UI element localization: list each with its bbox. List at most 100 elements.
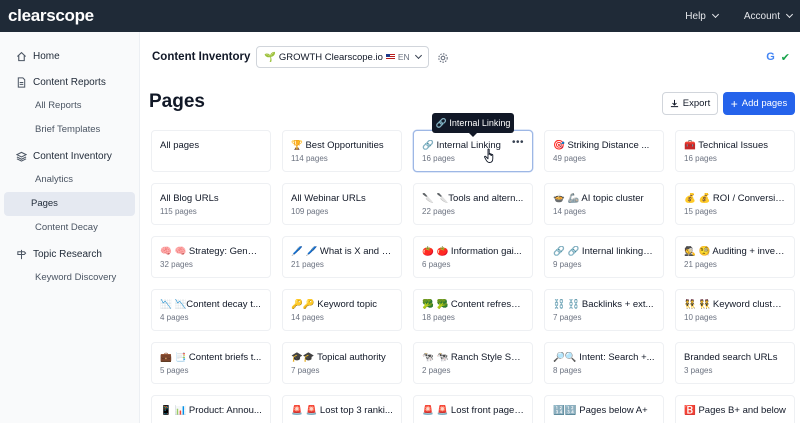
page-group-card[interactable]: 🐄 🐄 Ranch Style SE... 2 pages xyxy=(413,342,533,384)
card-name: All Blog URLs xyxy=(160,193,219,204)
page-group-card[interactable]: 🥦 🥦 Content refresh... 18 pages xyxy=(413,289,533,331)
sidebar-item-label: Content Reports xyxy=(33,76,106,88)
card-name: 👯 👯 Keyword cluster... xyxy=(684,299,786,310)
card-count: 14 pages xyxy=(553,207,586,216)
card-count: 114 pages xyxy=(291,154,328,163)
card-name: All pages xyxy=(160,140,200,151)
chevron-down-icon xyxy=(414,51,422,60)
sidebar-item-keyword-discovery[interactable]: Keyword Discovery xyxy=(4,266,135,290)
page-group-card[interactable]: Branded search URLs 3 pages xyxy=(675,342,795,384)
card-count: 9 pages xyxy=(553,260,582,269)
sidebar-item-pages[interactable]: Pages xyxy=(4,192,135,216)
card-count: 7 pages xyxy=(553,313,582,322)
page-group-card[interactable]: 🔪 🔪Tools and altern... 22 pages xyxy=(413,183,533,225)
card-name: 🖊️ 🖊️ What is X and w... xyxy=(291,246,393,257)
download-icon xyxy=(670,99,678,108)
page-group-card[interactable]: 🔗 🔗 Internal linking t... 9 pages xyxy=(544,236,664,278)
card-count: 3 pages xyxy=(684,366,713,375)
site-selector[interactable]: 🌱 GROWTH Clearscope.io EN xyxy=(256,46,429,68)
page-group-card[interactable]: 📉 📉Content decay t... 4 pages xyxy=(151,289,271,331)
export-button[interactable]: Export xyxy=(662,92,718,115)
check-icon: ✔ xyxy=(780,51,790,64)
card-count: 10 pages xyxy=(684,313,717,322)
sidebar-item-label: Topic Research xyxy=(33,248,102,260)
page-group-card[interactable]: 🧠 🧠 Strategy: Gener... 32 pages xyxy=(151,236,271,278)
sidebar-item-content-inventory[interactable]: Content Inventory xyxy=(0,144,139,168)
account-menu[interactable]: Account xyxy=(743,10,794,22)
page-group-card[interactable]: ⛓️ ⛓️ Backlinks + ext... 7 pages xyxy=(544,289,664,331)
page-group-card[interactable]: 🔑🔑 Keyword topic 14 pages xyxy=(282,289,402,331)
page-group-card[interactable]: 🏆 Best Opportunities 114 pages xyxy=(282,130,402,172)
sidebar-item-content-reports[interactable]: Content Reports xyxy=(0,70,139,94)
card-name: 🐄 🐄 Ranch Style SE... xyxy=(422,352,524,363)
page-group-card[interactable]: 🍅 🍅 Information gai... 6 pages xyxy=(413,236,533,278)
card-tooltip: 🔗 Internal Linking xyxy=(432,113,514,137)
page-group-card[interactable]: All Webinar URLs 109 pages xyxy=(282,183,402,225)
card-name: 🚨 🚨 Lost top 3 ranki... xyxy=(291,405,393,416)
page-group-card[interactable]: 🅱️ Pages B+ and below xyxy=(675,395,795,423)
page-group-card[interactable]: 🔎🔍 Intent: Search +... 8 pages xyxy=(544,342,664,384)
help-menu[interactable]: Help xyxy=(685,11,719,22)
card-name: 🎓🎓 Topical authority xyxy=(291,352,386,363)
card-count: 18 pages xyxy=(422,313,455,322)
card-name: 🍲 🦾 AI topic cluster xyxy=(553,193,644,204)
add-pages-button[interactable]: + Add pages xyxy=(723,92,795,115)
page-group-card[interactable]: 🚨 🚨 Lost front page r... xyxy=(413,395,533,423)
sidebar-item-brief-templates[interactable]: Brief Templates xyxy=(4,118,135,142)
more-options-icon[interactable]: ••• xyxy=(510,137,526,148)
page-groups-grid: All pages 🏆 Best Opportunities 114 pages … xyxy=(151,130,800,423)
page-group-card[interactable]: 🔢🔢 Pages below A+ xyxy=(544,395,664,423)
page-group-card[interactable]: 🖊️ 🖊️ What is X and w... 21 pages xyxy=(282,236,402,278)
sidebar: Home Content Reports All Reports Brief T… xyxy=(0,32,140,423)
content-header: Content Inventory 🌱 GROWTH Clearscope.io… xyxy=(140,32,800,82)
page-group-card[interactable]: 📱 📊 Product: Annou... xyxy=(151,395,271,423)
page-group-card[interactable]: 🍲 🦾 AI topic cluster 14 pages xyxy=(544,183,664,225)
page-group-card[interactable]: 🚨 🚨 Lost top 3 ranki... xyxy=(282,395,402,423)
page-group-card[interactable]: 🧰 Technical Issues 16 pages xyxy=(675,130,795,172)
card-count: 8 pages xyxy=(553,366,582,375)
page-group-card[interactable]: All pages xyxy=(151,130,271,172)
card-count: 32 pages xyxy=(160,260,193,269)
page-group-card[interactable]: 🕵️ 🧐 Auditing + inven... 21 pages xyxy=(675,236,795,278)
layers-icon xyxy=(16,151,27,162)
us-flag-icon xyxy=(385,54,395,60)
card-count: 16 pages xyxy=(422,154,455,163)
card-count: 21 pages xyxy=(291,260,324,269)
chevron-down-icon xyxy=(785,10,794,19)
top-nav: Help Account xyxy=(685,10,794,22)
sidebar-item-topic-research[interactable]: Topic Research xyxy=(0,242,139,266)
clearscope-logo[interactable]: clearscope xyxy=(8,6,94,26)
page-group-card[interactable]: 💼 📑 Content briefs t... 5 pages xyxy=(151,342,271,384)
page-group-card[interactable]: 💰 💰 ROI / Conversio... 15 pages xyxy=(675,183,795,225)
plus-icon: + xyxy=(730,96,738,111)
card-name: 💼 📑 Content briefs t... xyxy=(160,352,262,363)
gear-icon[interactable] xyxy=(437,51,449,63)
card-count: 109 pages xyxy=(291,207,329,216)
card-name: 🔎🔍 Intent: Search +... xyxy=(553,352,655,363)
page-group-card[interactable]: All Blog URLs 115 pages xyxy=(151,183,271,225)
card-name: ⛓️ ⛓️ Backlinks + ext... xyxy=(553,299,654,310)
site-name: 🌱 GROWTH Clearscope.io xyxy=(264,51,383,63)
page-group-card[interactable]: 👯 👯 Keyword cluster... 10 pages xyxy=(675,289,795,331)
card-name: 🥦 🥦 Content refresh... xyxy=(422,299,524,310)
google-icon: G xyxy=(766,51,775,63)
section-title: Content Inventory xyxy=(152,51,251,63)
page-group-card[interactable]: 🎯 Striking Distance ... 49 pages xyxy=(544,130,664,172)
page-title: Pages xyxy=(149,91,205,112)
card-name: Branded search URLs xyxy=(684,352,778,363)
sidebar-item-analytics[interactable]: Analytics xyxy=(4,168,135,192)
page-group-card[interactable]: 🎓🎓 Topical authority 7 pages xyxy=(282,342,402,384)
sidebar-item-content-decay[interactable]: Content Decay xyxy=(4,216,135,240)
card-count: 2 pages xyxy=(422,366,451,375)
sidebar-item-all-reports[interactable]: All Reports xyxy=(4,94,135,118)
account-label: Account xyxy=(743,10,780,22)
card-name: 🕵️ 🧐 Auditing + inven... xyxy=(684,246,786,257)
export-label: Export xyxy=(682,98,711,109)
card-name: 🏆 Best Opportunities xyxy=(291,140,384,151)
card-name: 🔗 🔗 Internal linking t... xyxy=(553,246,655,257)
card-name: 🚨 🚨 Lost front page r... xyxy=(422,405,524,416)
sidebar-item-home[interactable]: Home xyxy=(0,44,139,68)
card-count: 115 pages xyxy=(160,207,197,216)
card-name: 🍅 🍅 Information gai... xyxy=(422,246,522,257)
card-count: 6 pages xyxy=(422,260,451,269)
